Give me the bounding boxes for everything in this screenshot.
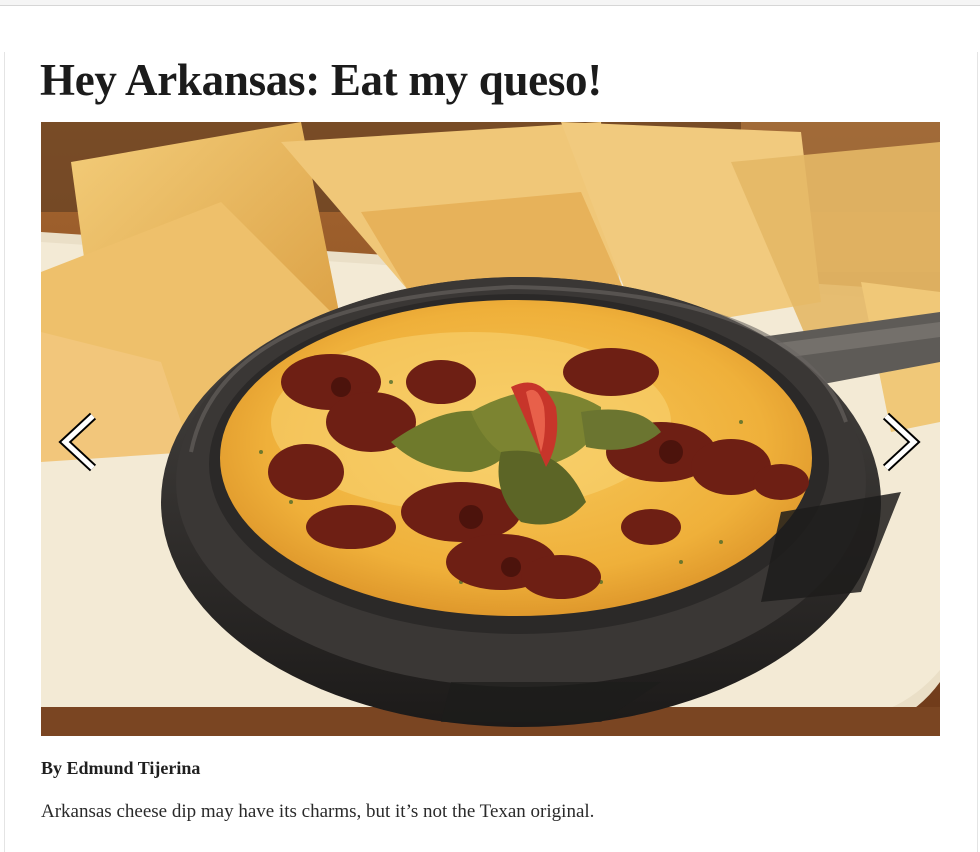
gallery-next-button[interactable] bbox=[874, 411, 930, 473]
article-dek: Arkansas cheese dip may have its charms,… bbox=[41, 801, 595, 822]
gallery-prev-button[interactable] bbox=[49, 411, 105, 473]
article-photo[interactable] bbox=[41, 122, 940, 736]
article-byline[interactable]: By Edmund Tijerina bbox=[41, 757, 200, 779]
chevron-left-icon bbox=[58, 412, 97, 472]
article-headline[interactable]: Hey Arkansas: Eat my queso! bbox=[40, 54, 602, 106]
queso-photo-illustration bbox=[41, 122, 940, 736]
chevron-right-icon bbox=[882, 412, 921, 472]
top-divider bbox=[0, 0, 980, 6]
